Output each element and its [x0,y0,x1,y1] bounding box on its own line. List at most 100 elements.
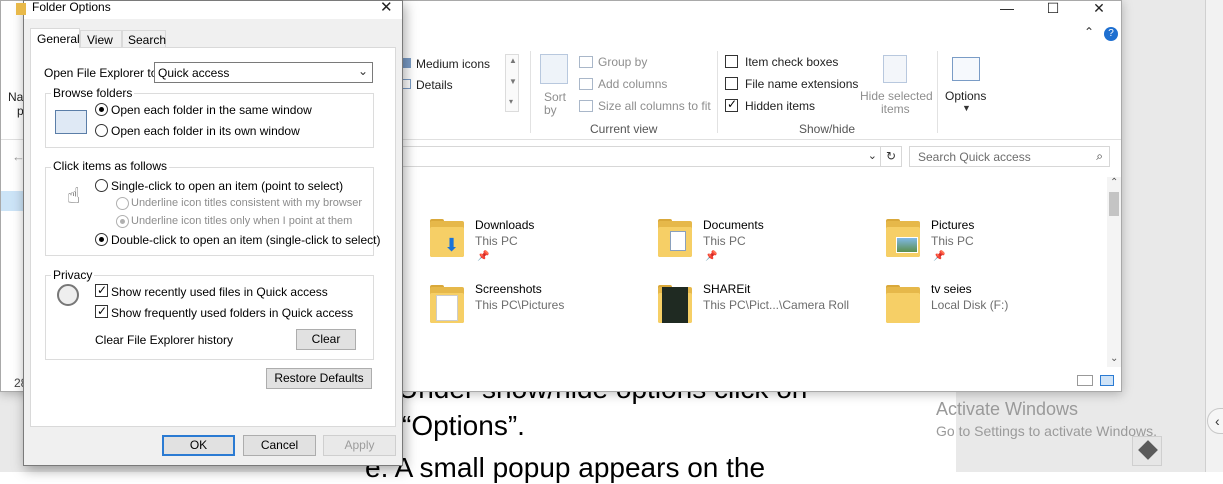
search-box[interactable]: Search Quick access ⌕ [909,146,1110,167]
minimize-button[interactable]: — [984,1,1030,15]
folder-icon[interactable] [886,219,920,257]
folder-icon[interactable] [886,285,920,323]
scroll-up-icon[interactable]: ⌃ [1110,177,1118,188]
maximize-button[interactable]: ☐ [1030,1,1076,15]
refresh-icon[interactable]: ↻ [880,147,901,166]
chevron-down-icon: ⌄ [357,64,368,78]
sort-by-button-line2: by [544,103,557,117]
address-dropdown-icon[interactable]: ⌄ [868,149,877,162]
underline-point-radio[interactable] [116,215,129,228]
own-window-label[interactable]: Open each folder in its own window [111,124,300,138]
pin-icon: 📌 [477,251,490,262]
open-explorer-select[interactable]: Quick access ⌄ [154,62,373,83]
search-icon[interactable]: ⌕ [1096,149,1103,164]
size-all-columns-button[interactable]: Size all columns to fit [598,99,711,113]
options-button[interactable]: Options [945,89,986,103]
tab-general[interactable]: General [30,28,80,48]
ribbon-separator-3 [937,51,938,133]
folder-icon[interactable] [430,285,464,323]
item-name-tv-seies[interactable]: tv seies [931,282,972,296]
help-icon[interactable]: ? [1104,27,1118,41]
item-name-documents[interactable]: Documents [703,218,764,232]
close-dialog-button[interactable]: ✕ [380,0,393,16]
ribbon-separator [530,51,531,133]
tab-search[interactable]: Search [122,30,166,47]
tab-view-label: View [87,33,113,47]
details-view-icon[interactable] [1077,375,1093,386]
own-window-radio[interactable] [95,124,108,137]
medium-icons-option[interactable]: Medium icons [416,57,490,71]
file-name-extensions-checkbox[interactable] [725,77,738,90]
browse-folders-icon [55,110,87,134]
item-location: This PC\Pict...\Camera Roll [703,298,850,312]
underline-point-label[interactable]: Underline icon titles only when I point … [131,215,352,227]
large-icons-view-icon[interactable] [1100,375,1114,386]
collapse-ribbon-icon[interactable]: ⌃ [1084,25,1094,39]
folder-icon[interactable] [658,219,692,257]
add-columns-button[interactable]: Add columns [598,77,667,91]
item-location: This PC [475,234,518,248]
hide-selected-items-button[interactable]: Hide selected [860,89,933,103]
sort-by-button[interactable]: Sort [544,90,566,104]
restore-defaults-button[interactable]: Restore Defaults [266,368,372,389]
address-bar[interactable]: ⌄ ↻ [401,146,902,167]
ok-button[interactable]: OK [162,435,235,456]
underline-browser-radio[interactable] [116,197,129,210]
folder-icon[interactable] [658,285,692,323]
frequent-folders-checkbox[interactable] [95,304,108,318]
dialog-titlebar[interactable]: Folder Options ✕ [16,0,402,19]
item-location: Local Disk (F:) [931,298,1009,312]
item-check-boxes-label[interactable]: Item check boxes [745,55,838,69]
sort-by-icon [540,54,568,84]
item-name-screenshots[interactable]: Screenshots [475,282,542,296]
double-click-radio[interactable] [95,233,108,246]
pin-icon: 📌 [705,251,718,262]
browse-folders-title: Browse folders [51,86,135,100]
group-by-icon [579,56,593,68]
pin-icon[interactable] [1132,436,1162,466]
vertical-scrollbar[interactable]: ⌃ ⌄ [1107,177,1121,367]
navigation-pane-label[interactable]: Na [8,90,23,104]
cancel-button[interactable]: Cancel [243,435,316,456]
same-window-label[interactable]: Open each folder in the same window [111,103,312,117]
click-items-title: Click items as follows [51,159,170,173]
single-click-radio[interactable] [95,179,108,192]
folder-options-dialog: Folder Options ✕ General View Search Ope… [16,0,403,466]
options-dropdown-icon[interactable]: ▼ [962,103,971,113]
same-window-radio[interactable] [95,103,108,116]
file-name-extensions-label[interactable]: File name extensions [745,77,858,91]
browse-folders-group [45,93,374,148]
close-window-button[interactable]: ✕ [1076,1,1122,15]
double-click-label[interactable]: Double-click to open an item (single-cli… [111,233,380,247]
scroll-down-icon[interactable]: ⌄ [1110,353,1118,364]
recent-files-checkbox[interactable] [95,283,108,297]
activate-windows-title: Activate Windows [936,399,1079,419]
download-arrow-icon: ⬇ [444,235,460,255]
frequent-folders-label[interactable]: Show frequently used folders in Quick ac… [111,306,353,320]
recent-files-label[interactable]: Show recently used files in Quick access [111,285,328,299]
details-option[interactable]: Details [416,78,453,92]
hide-selected-items-line2: items [881,102,910,116]
single-click-label[interactable]: Single-click to open an item (point to s… [111,179,343,193]
clear-history-label: Clear File Explorer history [95,333,234,347]
tab-view[interactable]: View [80,30,122,47]
item-name-downloads[interactable]: Downloads [475,218,534,232]
item-name-pictures[interactable]: Pictures [931,218,974,232]
group-by-button[interactable]: Group by [598,55,647,69]
apply-button[interactable]: Apply [323,435,396,456]
scrollbar-thumb[interactable] [1109,192,1119,216]
layout-scroll[interactable]: ▲ ▼ ▾ [505,54,519,112]
hide-selected-icon [883,55,907,83]
item-name-shareit[interactable]: SHAREit [703,282,750,296]
hidden-items-checkbox[interactable] [725,99,738,112]
item-check-boxes-checkbox[interactable] [725,55,738,68]
document-line-2: “Options”. [402,410,525,441]
clear-button[interactable]: Clear [296,329,356,350]
hidden-items-label[interactable]: Hidden items [745,99,815,113]
underline-browser-label[interactable]: Underline icon titles consistent with my… [131,197,362,209]
folder-icon[interactable]: ⬇ [430,219,464,257]
size-columns-icon [579,100,593,112]
privacy-title: Privacy [51,268,95,282]
picture-icon [896,237,918,253]
open-explorer-value: Quick access [158,66,230,80]
